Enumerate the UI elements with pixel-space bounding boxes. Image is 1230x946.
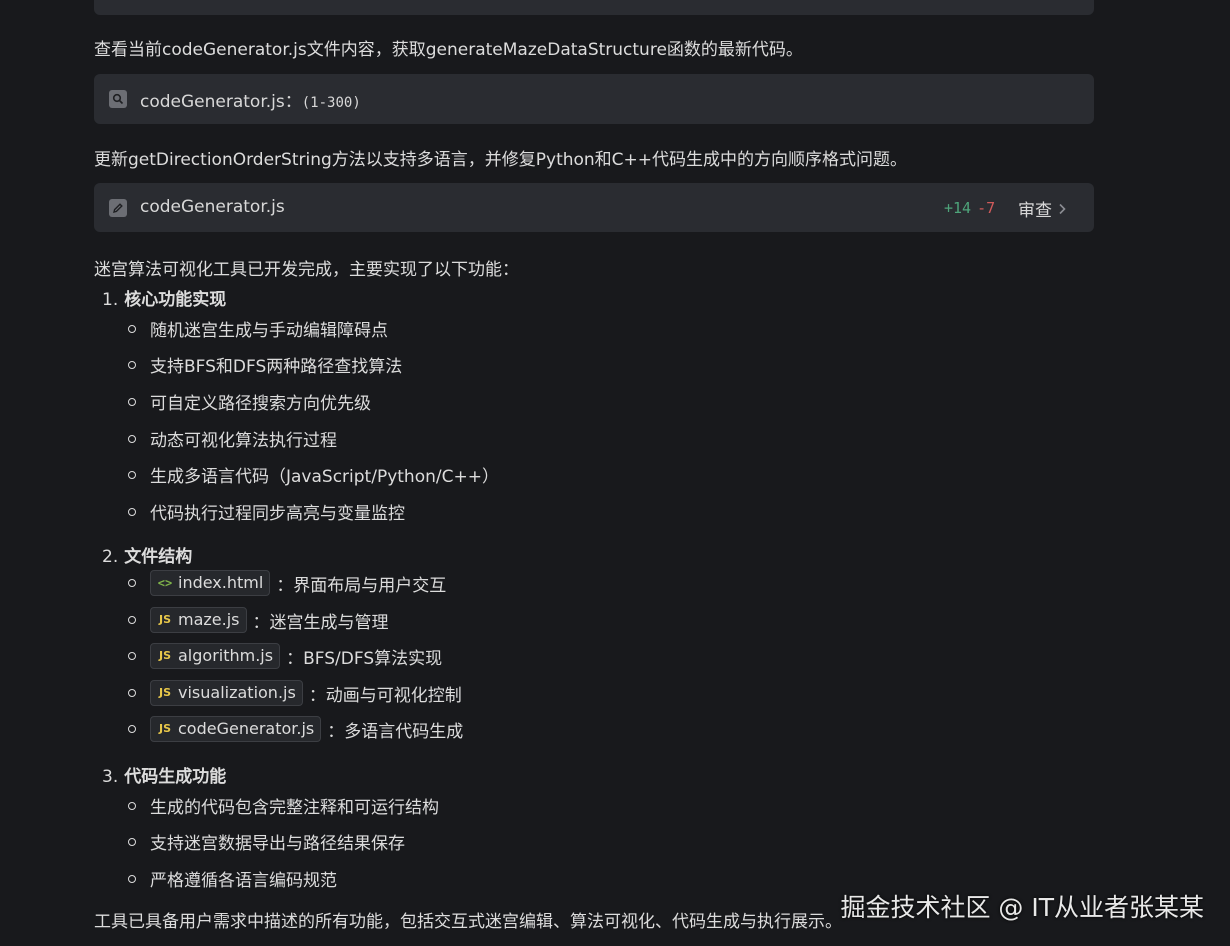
js-file-icon: JS xyxy=(158,686,171,699)
section-title: 代码生成功能 xyxy=(124,767,227,787)
file-read-filename: codeGenerator.js xyxy=(140,92,285,112)
section-number: 3. xyxy=(102,767,119,787)
previous-tool-card xyxy=(94,0,1094,15)
file-edit-card[interactable]: codeGenerator.js +14 -7 审查 xyxy=(94,183,1094,232)
review-button[interactable]: 审查 xyxy=(1018,196,1066,221)
file-read-card[interactable]: codeGenerator.js：(1-300) xyxy=(94,74,1094,124)
file-list-item: JS codeGenerator.js ：多语言代码生成 xyxy=(128,716,463,742)
update-message: 更新getDirectionOrderString方法以支持多语言，并修复Pyt… xyxy=(94,150,908,170)
view-file-message: 查看当前codeGenerator.js文件内容，获取generateMazeD… xyxy=(94,40,803,60)
file-read-separator: ： xyxy=(284,92,302,112)
file-read-label: codeGenerator.js：(1-300) xyxy=(140,87,361,112)
diff-stats: +14 -7 xyxy=(944,199,995,217)
list-item: 生成多语言代码（JavaScript/Python/C++） xyxy=(128,462,499,487)
file-list-item: JS visualization.js ：动画与可视化控制 xyxy=(128,680,462,706)
js-file-icon: JS xyxy=(158,649,171,662)
list-item: 生成的代码包含完整注释和可运行结构 xyxy=(128,793,439,818)
file-chip-index-html[interactable]: <> index.html xyxy=(150,570,271,596)
list-item: 动态可视化算法执行过程 xyxy=(128,426,337,451)
section-heading-codegen: 3. 代码生成功能 xyxy=(102,762,226,787)
search-icon xyxy=(109,90,127,108)
additions-count: +14 xyxy=(944,199,972,217)
file-list-item: JS algorithm.js ：BFS/DFS算法实现 xyxy=(128,643,442,669)
list-item: 可自定义路径搜索方向优先级 xyxy=(128,389,371,414)
section-title: 文件结构 xyxy=(124,547,193,567)
file-chip-codegenerator-js[interactable]: JS codeGenerator.js xyxy=(150,716,322,742)
file-chip-visualization-js[interactable]: JS visualization.js xyxy=(150,680,303,706)
list-item: 支持BFS和DFS两种路径查找算法 xyxy=(128,352,402,377)
chevron-right-icon xyxy=(1059,203,1066,214)
file-chip-maze-js[interactable]: JS maze.js xyxy=(150,607,247,633)
js-file-icon: JS xyxy=(158,722,171,735)
closing-message: 工具已具备用户需求中描述的所有功能，包括交互式迷宫编辑、算法可视化、代码生成与执… xyxy=(94,912,842,932)
file-edit-filename: codeGenerator.js xyxy=(140,197,285,217)
summary-intro: 迷宫算法可视化工具已开发完成，主要实现了以下功能： xyxy=(94,260,519,280)
file-read-range: (1-300) xyxy=(301,95,361,111)
html-file-icon: <> xyxy=(157,575,173,590)
section-title: 核心功能实现 xyxy=(124,290,227,310)
section-number: 2. xyxy=(102,547,119,567)
list-item: 严格遵循各语言编码规范 xyxy=(128,866,337,891)
review-label: 审查 xyxy=(1018,201,1052,221)
watermark: 掘金技术社区 @ IT从业者张某某 xyxy=(840,893,1204,922)
pencil-icon xyxy=(109,199,127,217)
list-item: 代码执行过程同步高亮与变量监控 xyxy=(128,499,405,524)
section-heading-files: 2. 文件结构 xyxy=(102,542,192,567)
file-list-item: <> index.html ：界面布局与用户交互 xyxy=(128,570,446,596)
list-item: 支持迷宫数据导出与路径结果保存 xyxy=(128,829,405,854)
file-list-item: JS maze.js ：迷宫生成与管理 xyxy=(128,607,389,633)
list-item: 随机迷宫生成与手动编辑障碍点 xyxy=(128,316,388,341)
section-number: 1. xyxy=(102,290,119,310)
js-file-icon: JS xyxy=(158,613,171,626)
deletions-count: -7 xyxy=(977,199,996,217)
section-heading-core: 1. 核心功能实现 xyxy=(102,285,226,310)
file-chip-algorithm-js[interactable]: JS algorithm.js xyxy=(150,643,281,669)
